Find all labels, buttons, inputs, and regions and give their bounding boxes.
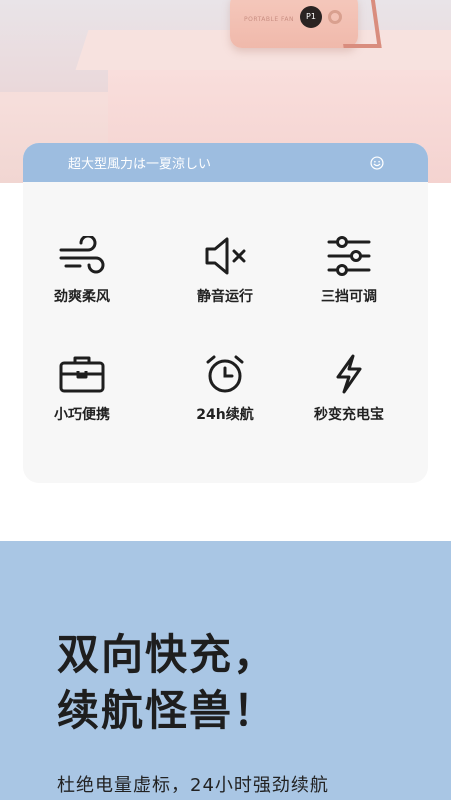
feature-label: 静音运行 bbox=[197, 289, 253, 305]
card-title: 超大型風力は一夏涼しい bbox=[68, 157, 212, 172]
feature-card: 超大型風力は一夏涼しい 劲爽柔风 静音运行 三挡可调 小巧便携 24h续航 秒变… bbox=[23, 143, 428, 483]
smile-icon bbox=[370, 155, 384, 170]
promo-section: 双向快充， 续航怪兽！ 杜绝电量虚标，24小时强劲续航 bbox=[0, 541, 451, 800]
promo-subtitle: 杜绝电量虚标，24小时强劲续航 bbox=[57, 775, 329, 796]
fan-label: PORTABLE FAN bbox=[244, 16, 295, 23]
fan-display: P1 bbox=[300, 6, 322, 28]
feature-item: 劲爽柔风 bbox=[23, 236, 142, 306]
lightning-icon bbox=[336, 354, 362, 394]
feature-label: 24h续航 bbox=[196, 407, 254, 423]
fan-stand bbox=[336, 0, 382, 48]
feature-item: 静音运行 bbox=[165, 236, 285, 306]
briefcase-icon bbox=[59, 356, 105, 393]
feature-label: 秒变充电宝 bbox=[314, 407, 384, 423]
alarm-clock-icon bbox=[206, 355, 244, 393]
feature-label: 劲爽柔风 bbox=[54, 289, 110, 305]
wind-icon bbox=[59, 236, 105, 274]
sliders-icon bbox=[327, 236, 371, 276]
feature-item: 小巧便携 bbox=[23, 354, 142, 424]
promo-headline-line2: 续航怪兽！ bbox=[57, 686, 278, 735]
feature-item: 三挡可调 bbox=[289, 236, 409, 306]
card-header: 超大型風力は一夏涼しい bbox=[23, 143, 428, 182]
feature-item: 24h续航 bbox=[165, 354, 285, 424]
promo-headline-line1: 双向快充， bbox=[57, 630, 278, 679]
feature-item: 秒变充电宝 bbox=[289, 354, 409, 424]
feature-label: 小巧便携 bbox=[54, 407, 110, 423]
feature-label: 三挡可调 bbox=[321, 289, 377, 305]
mute-speaker-icon bbox=[205, 237, 246, 275]
